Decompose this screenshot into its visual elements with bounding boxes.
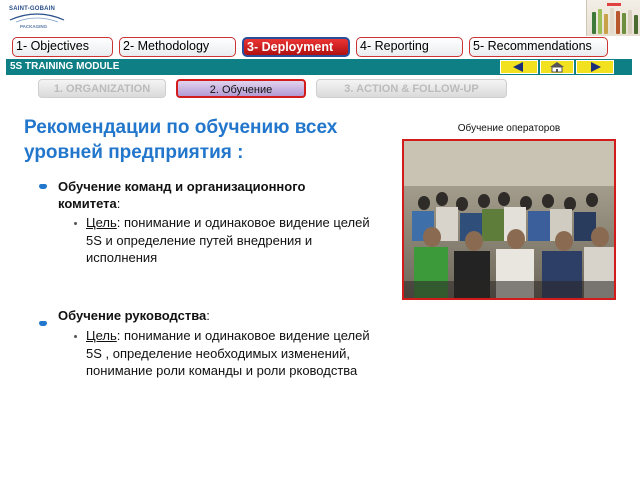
subtab-action-follow-up[interactable]: 3. ACTION & FOLLOW-UP (316, 79, 507, 98)
section-title-colon: : (116, 196, 121, 211)
sub-bullet-icon (74, 335, 77, 338)
page-heading: Рекомендации по обучению всех уровней пр… (24, 117, 338, 163)
section-goal: Цель: понимание и одинаковое видение цел… (86, 214, 371, 267)
logo-sub-text: PACKAGING (20, 24, 48, 29)
section-bullet-icon (39, 321, 47, 326)
prev-button[interactable] (500, 60, 538, 74)
nav-tab-reporting[interactable]: 4- Reporting (356, 37, 463, 57)
bottles-image (586, 0, 640, 36)
goal-text: : понимание и одинаковое видение целей 5… (86, 215, 370, 265)
home-icon (550, 62, 564, 73)
section-title-text: Обучение руководства (58, 308, 207, 323)
logo-brand-text: SAINT-GOBAIN (9, 6, 56, 12)
subtab-organization[interactable]: 1. ORGANIZATION (38, 79, 166, 98)
goal-label: Цель (86, 328, 117, 343)
next-button[interactable] (576, 60, 614, 74)
nav-tab-objectives[interactable]: 1- Objectives (12, 37, 113, 57)
section-title: Обучение руководства: (58, 307, 368, 324)
module-title: 5S TRAINING MODULE (10, 61, 120, 72)
section-title-text: Обучение команд и организационного комит… (58, 179, 306, 211)
section-title: Обучение команд и организационного комит… (58, 178, 368, 212)
saint-gobain-logo: SAINT-GOBAIN PACKAGING (6, 4, 68, 32)
subtab-training[interactable]: 2. Обучение (176, 79, 306, 98)
sub-bullet-icon (74, 222, 77, 225)
nav-tab-recommendations[interactable]: 5- Recommendations (469, 37, 608, 57)
training-photo (402, 139, 616, 300)
section-bullet-icon (39, 184, 47, 189)
section-goal: Цель: понимание и одинаковое видение цел… (86, 327, 371, 380)
next-arrow-icon (591, 62, 601, 72)
module-bar: 5S TRAINING MODULE (6, 59, 632, 75)
audience-photo-image (404, 141, 614, 298)
goal-text: : понимание и одинаковое видение целей 5… (86, 328, 370, 378)
home-button[interactable] (540, 60, 574, 74)
section-title-colon: : (206, 308, 210, 323)
prev-arrow-icon (513, 62, 523, 72)
nav-tab-deployment[interactable]: 3- Deployment (242, 37, 350, 57)
nav-tab-methodology[interactable]: 2- Methodology (119, 37, 236, 57)
goal-label: Цель (86, 215, 117, 230)
photo-caption: Обучение операторов (457, 123, 561, 134)
